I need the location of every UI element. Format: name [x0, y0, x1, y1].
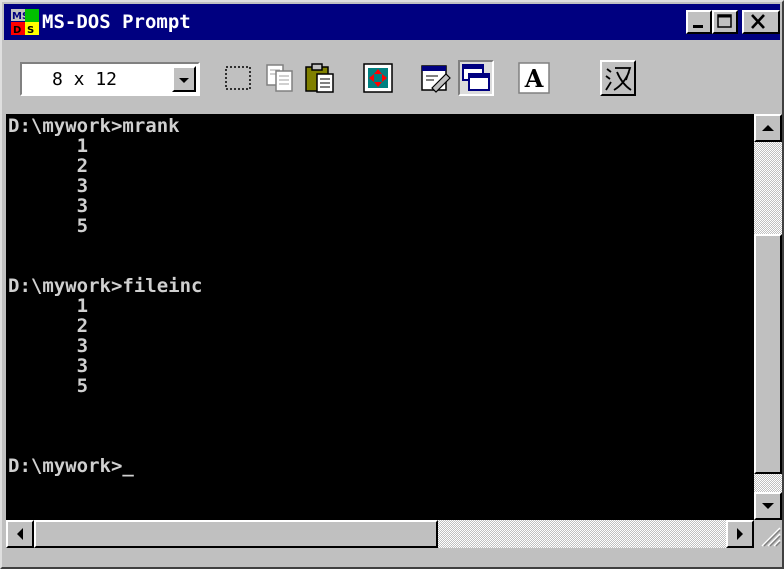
scroll-down-button[interactable] [754, 492, 782, 520]
input-method-icon [605, 67, 632, 91]
font-icon: A [518, 62, 550, 94]
properties-button[interactable] [418, 60, 454, 96]
copy-icon [266, 64, 293, 92]
console-line: 1 [8, 135, 89, 157]
scroll-up-button[interactable] [754, 114, 782, 142]
console-text: D:\mywork>mrank 1 2 3 3 5 D:\mywork>filei… [8, 116, 202, 476]
arrow-down-icon [762, 503, 774, 509]
font-size-select[interactable]: 8 x 12 [20, 62, 200, 96]
copy-button[interactable] [262, 60, 298, 96]
svg-text:S: S [27, 25, 34, 36]
console-line: 2 [8, 315, 89, 337]
console-output[interactable]: D:\mywork>mrank 1 2 3 3 5 D:\mywork>filei… [6, 114, 754, 520]
full-screen-button[interactable] [360, 60, 396, 96]
close-icon [751, 14, 765, 29]
horizontal-scroll-thumb[interactable] [34, 520, 438, 548]
console-line: D:\mywork>fileinc [8, 275, 203, 297]
console-line: 5 [8, 375, 89, 397]
arrow-left-icon [17, 528, 23, 540]
maximize-button[interactable] [712, 10, 738, 34]
paste-button[interactable] [302, 60, 338, 96]
full-screen-icon [363, 63, 393, 93]
toolbar: 8 x 12 A [4, 42, 780, 114]
minimize-button[interactable] [686, 10, 712, 34]
maximize-icon [717, 14, 732, 28]
arrow-up-icon [762, 125, 774, 131]
console-line: 3 [8, 355, 89, 377]
background-icon [462, 64, 490, 91]
properties-icon [421, 65, 451, 93]
font-size-dropdown-button[interactable] [172, 66, 196, 92]
background-button[interactable] [458, 60, 494, 96]
horizontal-scrollbar[interactable] [6, 520, 754, 548]
svg-text:D: D [13, 25, 21, 36]
console-line: 1 [8, 295, 89, 317]
scroll-right-button[interactable] [726, 520, 754, 548]
title-bar[interactable]: MS D S MS-DOS Prompt [4, 4, 780, 40]
svg-text:A: A [524, 64, 544, 93]
paste-icon [305, 63, 334, 93]
mark-button[interactable] [220, 60, 256, 96]
console-line: 3 [8, 195, 89, 217]
arrow-right-icon [737, 528, 743, 540]
font-size-value: 8 x 12 [52, 69, 118, 90]
minimize-icon [693, 25, 703, 28]
console-line: 3 [8, 335, 89, 357]
ms-dos-prompt-window: MS D S MS-DOS Prompt 8 x 12 A D:\mywork>… [0, 0, 784, 569]
window-bottom-border [4, 548, 780, 567]
font-button[interactable]: A [516, 60, 552, 96]
console-line: D:\mywork>_ [8, 455, 134, 477]
window-title: MS-DOS Prompt [42, 11, 191, 33]
resize-grip[interactable] [754, 520, 782, 548]
close-button[interactable] [742, 10, 780, 34]
console-line: 5 [8, 215, 89, 237]
scroll-left-button[interactable] [6, 520, 34, 548]
console-line: 3 [8, 175, 89, 197]
resize-grip-icon [761, 527, 781, 547]
ms-dos-icon[interactable]: MS D S [10, 8, 40, 36]
vertical-scroll-thumb[interactable] [754, 234, 782, 474]
mark-icon [225, 66, 251, 90]
console-line: D:\mywork>mrank [8, 115, 180, 137]
input-method-button[interactable] [600, 60, 636, 96]
console-line: 2 [8, 155, 89, 177]
chevron-down-icon [179, 78, 189, 83]
vertical-scrollbar[interactable] [754, 114, 782, 520]
